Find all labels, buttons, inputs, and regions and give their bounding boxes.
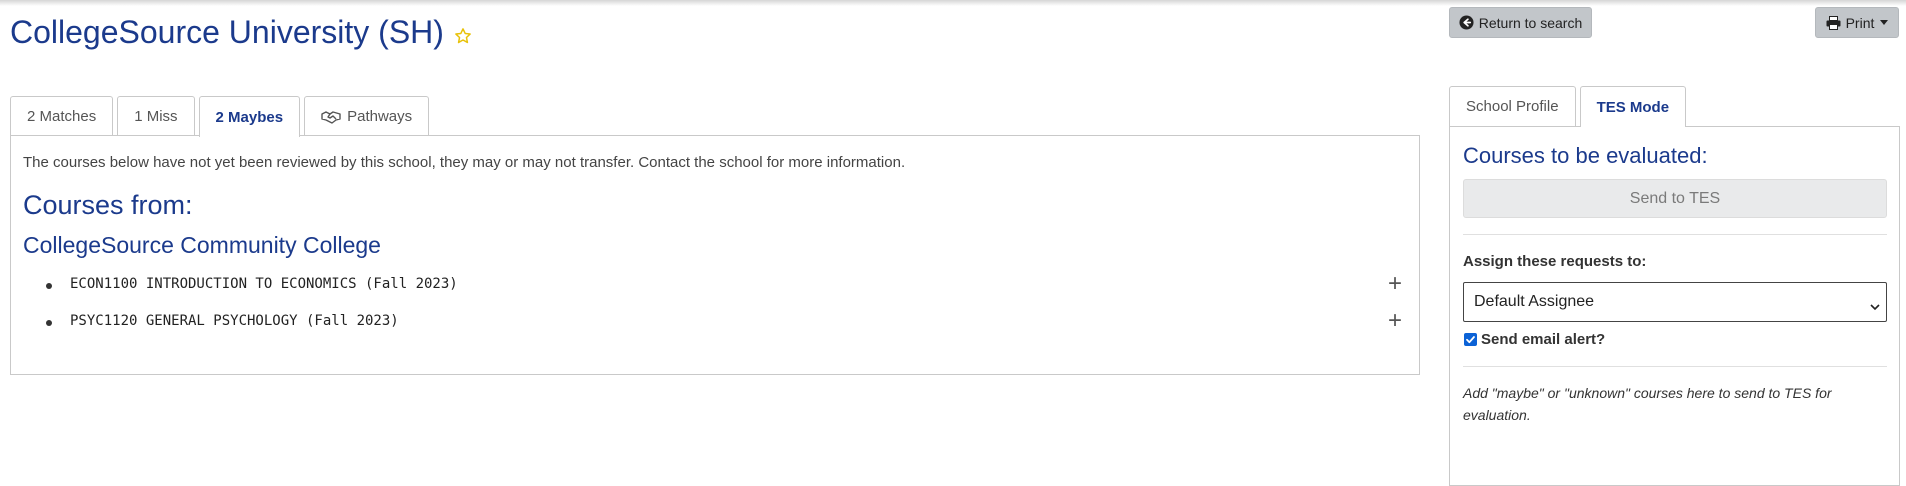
maybes-panel: The courses below have not yet been revi… [10, 135, 1420, 375]
assignee-selected-value: Default Assignee [1474, 293, 1595, 310]
tab-tes-mode-label: TES Mode [1596, 98, 1670, 116]
divider [1463, 366, 1887, 367]
courses-from-heading: Courses from: [23, 190, 193, 220]
tab-pathways-label: Pathways [347, 108, 413, 125]
email-alert-label[interactable]: Send email alert? [1481, 331, 1605, 348]
send-to-tes-button[interactable]: Send to TES [1463, 179, 1887, 218]
tab-maybes-label: 2 Maybes [215, 108, 284, 126]
bullet-icon [46, 320, 52, 326]
printer-icon [1826, 15, 1841, 30]
tes-mode-panel: Courses to be evaluated: Send to TES Ass… [1449, 126, 1900, 486]
assignee-select[interactable]: Default Assignee [1463, 282, 1887, 322]
bullet-icon [46, 283, 52, 289]
source-school-name: CollegeSource Community College [23, 232, 381, 258]
course-label: PSYC1120 GENERAL PSYCHOLOGY (Fall 2023) [70, 313, 399, 329]
course-item-psyc1120: PSYC1120 GENERAL PSYCHOLOGY (Fall 2023) … [11, 307, 1419, 344]
course-label: ECON1100 INTRODUCTION TO ECONOMICS (Fall… [70, 276, 458, 292]
arrow-circle-left-icon [1459, 15, 1474, 30]
add-course-plus-icon[interactable]: + [1383, 272, 1407, 296]
print-dropdown-button[interactable]: Print [1815, 7, 1899, 38]
return-to-search-button[interactable]: Return to search [1449, 7, 1592, 38]
page-title: CollegeSource University (SH) [10, 14, 472, 51]
course-list: ECON1100 INTRODUCTION TO ECONOMICS (Fall… [11, 270, 1419, 344]
star-icon[interactable] [454, 16, 472, 44]
top-shadow [0, 0, 1906, 6]
tab-school-profile-label: School Profile [1466, 98, 1559, 115]
tab-matches[interactable]: 2 Matches [10, 96, 114, 136]
result-tabs: 2 Matches 1 Miss 2 Maybes Pathways [10, 96, 433, 137]
review-notice: The courses below have not yet been revi… [23, 154, 906, 171]
tab-tes-mode[interactable]: TES Mode [1579, 86, 1687, 127]
tab-matches-label: 2 Matches [27, 108, 97, 125]
return-to-search-label: Return to search [1478, 14, 1583, 31]
divider [1463, 234, 1887, 235]
tes-help-text: Add "maybe" or "unknown" courses here to… [1463, 385, 1832, 423]
course-item-econ1100: ECON1100 INTRODUCTION TO ECONOMICS (Fall… [11, 270, 1419, 307]
courses-to-evaluate-heading: Courses to be evaluated: [1463, 143, 1708, 168]
side-tabs: School Profile TES Mode [1449, 86, 1690, 127]
assign-requests-label: Assign these requests to: [1463, 253, 1647, 270]
tab-school-profile[interactable]: School Profile [1449, 86, 1576, 126]
print-label: Print [1845, 14, 1875, 31]
tab-pathways[interactable]: Pathways [304, 96, 430, 136]
page-title-text: CollegeSource University (SH) [10, 14, 444, 50]
email-alert-checkbox[interactable] [1464, 333, 1477, 346]
tab-maybes[interactable]: 2 Maybes [198, 96, 301, 137]
tab-miss-label: 1 Miss [134, 108, 178, 125]
chevron-down-icon [1870, 298, 1880, 311]
send-to-tes-label: Send to TES [1629, 189, 1721, 207]
tab-miss[interactable]: 1 Miss [117, 96, 195, 136]
handshake-icon [321, 110, 341, 124]
add-course-plus-icon[interactable]: + [1383, 309, 1407, 333]
caret-down-icon [1880, 20, 1889, 25]
